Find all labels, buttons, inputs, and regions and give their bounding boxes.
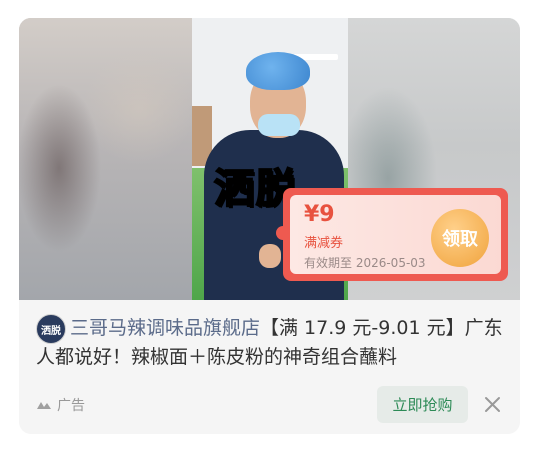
ad-source-icon xyxy=(37,402,51,409)
shop-name[interactable]: 三哥马辣调味品旗舰店 xyxy=(70,317,260,339)
ad-label: 广告 xyxy=(57,398,85,414)
close-icon[interactable] xyxy=(484,396,501,413)
coupon-amount: ¥9 xyxy=(304,202,335,227)
coupon-notch-left xyxy=(276,226,290,240)
ad-title[interactable]: 三哥马辣调味品旗舰店【满 17.9 元-9.01 元】广东人都说好！辣椒面＋陈皮… xyxy=(36,314,506,372)
person-mask xyxy=(258,114,300,136)
video-blur-left xyxy=(19,18,192,300)
person-hairnet xyxy=(246,52,310,90)
claim-coupon-button[interactable]: 领取 xyxy=(431,209,489,267)
ad-card[interactable]: 洒脱 ¥9 满减券 有效期至 2026-05-03 领取 洒脱 三哥马辣调味品旗… xyxy=(19,18,520,434)
coupon-type: 满减券 xyxy=(304,236,344,251)
video-preview[interactable]: 洒脱 ¥9 满减券 有效期至 2026-05-03 领取 xyxy=(19,18,520,300)
person-hand xyxy=(259,244,281,268)
coupon-validity: 有效期至 2026-05-03 xyxy=(304,256,426,270)
buy-now-button[interactable]: 立即抢购 xyxy=(377,386,468,423)
